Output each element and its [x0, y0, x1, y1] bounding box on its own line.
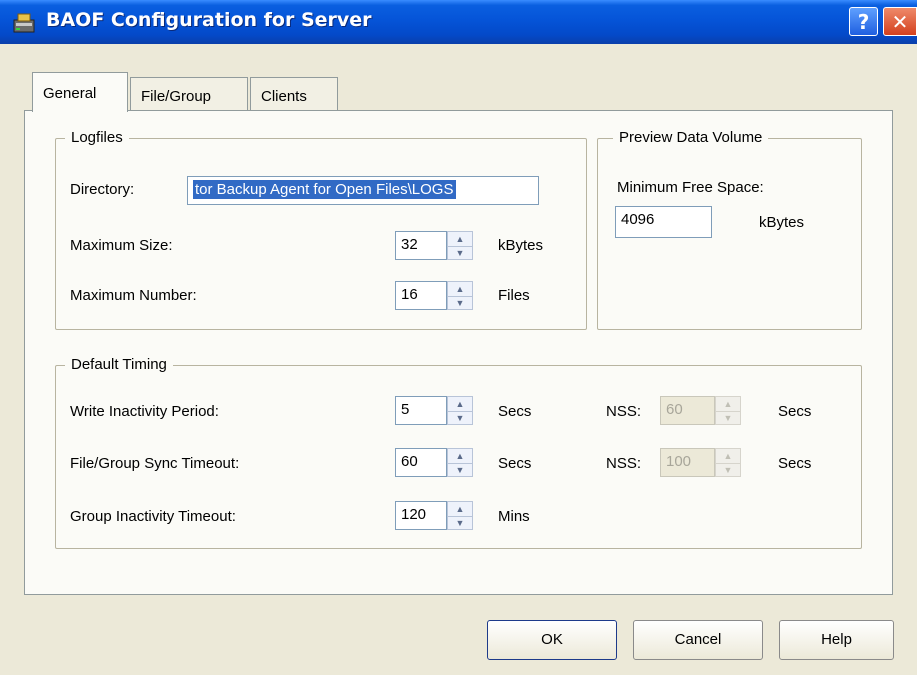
question-icon: ? — [857, 10, 870, 34]
sync-nss-field: 100 — [660, 448, 715, 477]
sync-nss-label: NSS: — [606, 455, 642, 472]
spin-up-icon[interactable]: ▲ — [448, 282, 472, 296]
help-title-button[interactable]: ? — [849, 7, 878, 36]
spin-down-icon: ▼ — [716, 462, 740, 477]
ok-button[interactable]: OK — [487, 620, 617, 660]
tab-clients[interactable]: Clients — [250, 77, 338, 111]
write-inactivity-unit: Secs — [498, 403, 532, 420]
min-free-space-label: Minimum Free Space: — [617, 179, 764, 196]
spin-up-icon[interactable]: ▲ — [448, 397, 472, 411]
app-icon — [13, 13, 35, 33]
spin-up-icon: ▲ — [723, 450, 733, 461]
spin-up-icon: ▲ — [723, 398, 733, 409]
max-number-spinner[interactable]: ▲ ▼ — [447, 281, 473, 310]
max-size-field[interactable]: 32 — [395, 231, 447, 260]
group-inactivity-label: Group Inactivity Timeout: — [70, 508, 236, 525]
sync-nss-spinner: ▲ ▼ — [715, 448, 741, 477]
max-size-label: Maximum Size: — [70, 237, 173, 254]
group-inactivity-unit: Mins — [498, 508, 530, 525]
write-nss-field: 60 — [660, 396, 715, 425]
sync-nss-unit: Secs — [778, 455, 812, 472]
max-number-label: Maximum Number: — [70, 287, 197, 304]
sync-timeout-field[interactable]: 60 — [395, 448, 447, 477]
sync-timeout-label: File/Group Sync Timeout: — [70, 455, 240, 472]
write-inactivity-spinner[interactable]: ▲ ▼ — [447, 396, 473, 425]
write-inactivity-field[interactable]: 5 — [395, 396, 447, 425]
spin-up-icon[interactable]: ▲ — [448, 449, 472, 463]
max-number-field[interactable]: 16 — [395, 281, 447, 310]
logfiles-legend: Logfiles — [65, 129, 129, 146]
spin-down-icon[interactable]: ▼ — [448, 245, 472, 260]
dialog-window: BAOF Configuration for Server ? ✕ Genera… — [0, 0, 917, 675]
group-inactivity-field[interactable]: 120 — [395, 501, 447, 530]
directory-field[interactable]: tor Backup Agent for Open Files\LOGS — [187, 176, 539, 205]
max-number-unit: Files — [498, 287, 530, 304]
group-inactivity-spinner[interactable]: ▲ ▼ — [447, 501, 473, 530]
close-icon: ✕ — [891, 10, 909, 34]
default-timing-legend: Default Timing — [65, 356, 173, 373]
title-bar[interactable]: BAOF Configuration for Server ? ✕ — [0, 0, 917, 44]
min-free-space-unit: kBytes — [759, 214, 805, 231]
write-inactivity-label: Write Inactivity Period: — [70, 403, 219, 420]
spin-up-icon[interactable]: ▲ — [448, 502, 472, 516]
help-button[interactable]: Help — [779, 620, 894, 660]
write-nss-spinner: ▲ ▼ — [715, 396, 741, 425]
preview-legend: Preview Data Volume — [613, 129, 769, 146]
max-size-unit: kBytes — [498, 237, 544, 254]
tab-general-label: General — [43, 85, 97, 102]
spin-down-icon[interactable]: ▼ — [448, 295, 472, 310]
cancel-button[interactable]: Cancel — [633, 620, 763, 660]
sync-timeout-unit: Secs — [498, 455, 532, 472]
sync-timeout-spinner[interactable]: ▲ ▼ — [447, 448, 473, 477]
write-nss-label: NSS: — [606, 403, 642, 420]
spin-down-icon: ▼ — [716, 410, 740, 425]
min-free-space-field[interactable]: 4096 — [615, 206, 712, 238]
directory-label: Directory: — [70, 181, 135, 198]
spin-down-icon[interactable]: ▼ — [448, 410, 472, 425]
spin-down-icon[interactable]: ▼ — [448, 462, 472, 477]
spin-down-icon[interactable]: ▼ — [448, 515, 472, 530]
spin-up-icon[interactable]: ▲ — [448, 232, 472, 246]
tab-clients-label: Clients — [261, 88, 307, 105]
window-title: BAOF Configuration for Server — [46, 9, 372, 31]
max-size-spinner[interactable]: ▲ ▼ — [447, 231, 473, 260]
directory-value: tor Backup Agent for Open Files\LOGS — [193, 180, 457, 199]
close-button[interactable]: ✕ — [883, 7, 917, 36]
tab-file-group-label: File/Group — [141, 88, 212, 105]
tab-file-group[interactable]: File/Group — [130, 77, 248, 111]
write-nss-unit: Secs — [778, 403, 812, 420]
tab-general[interactable]: General — [32, 72, 128, 112]
